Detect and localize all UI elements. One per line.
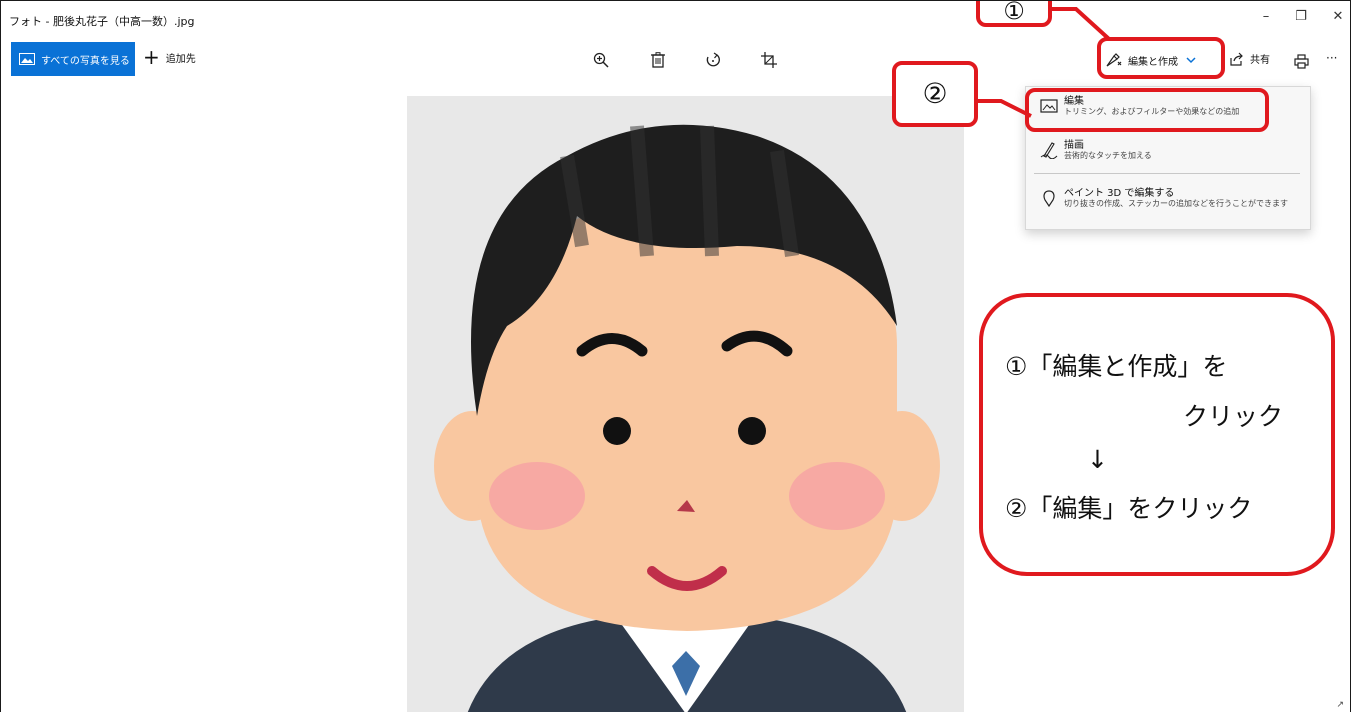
note-line-2: クリック (1183, 402, 1284, 431)
resize-grip-icon[interactable]: ↗ (1336, 700, 1344, 710)
note-line-1: ①「編集と作成」を (1005, 352, 1228, 381)
instruction-note: ①「編集と作成」を クリック ↓ ②「編集」をクリック (979, 293, 1335, 576)
step1-callout: ① (976, 1, 1052, 27)
photos-app-window: フォト - 肥後丸花子（中高一数）.jpg – ❐ ✕ すべての写真を見る + … (0, 0, 1351, 712)
note-arrow: ↓ (1087, 445, 1108, 474)
step2-callout: ② (892, 61, 978, 127)
note-line-3: ②「編集」をクリック (1005, 494, 1253, 523)
